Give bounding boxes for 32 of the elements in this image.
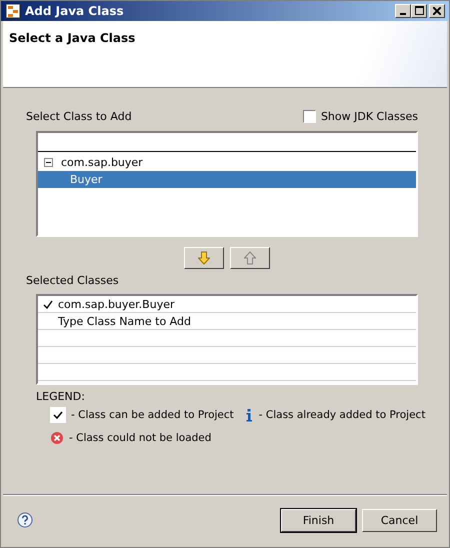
check-icon — [50, 407, 66, 423]
checkbox[interactable] — [302, 110, 316, 123]
down-arrow-icon — [198, 251, 210, 265]
legend-text: - Class could not be loaded — [69, 432, 212, 444]
dialog-button[interactable]: Cancel — [362, 508, 437, 532]
table-cell[interactable]: Type Class Name to Add — [58, 315, 191, 328]
maximize-icon — [414, 6, 424, 15]
collapse-icon[interactable] — [44, 158, 53, 167]
section-label: Selected Classes — [26, 274, 120, 287]
move-down-button[interactable] — [184, 247, 224, 269]
page-title: Select a Java Class — [9, 31, 136, 45]
up-arrow-icon — [244, 251, 256, 265]
minimize-icon — [400, 12, 406, 14]
checkbox-label: Show JDK Classes — [320, 110, 418, 123]
window-icon — [5, 2, 21, 18]
maximize-button[interactable] — [411, 4, 427, 18]
check-icon — [43, 300, 53, 309]
close-button[interactable] — [429, 4, 445, 18]
info-icon — [244, 408, 254, 422]
window-title: Add Java Class — [25, 4, 125, 18]
tree-item[interactable]: com.sap.buyer — [38, 154, 416, 171]
legend-text: - Class can be added to Project — [71, 409, 234, 421]
table-cell[interactable]: com.sap.buyer.Buyer — [58, 298, 174, 311]
error-icon — [50, 431, 64, 445]
close-icon — [433, 6, 441, 14]
legend-text: - Class already added to Project — [258, 409, 426, 421]
help-icon[interactable] — [17, 512, 33, 528]
tree-item[interactable]: Buyer — [38, 171, 416, 188]
dialog-button[interactable]: Finish — [281, 508, 356, 532]
section-label: Select Class to Add — [26, 110, 132, 123]
legend-title: LEGEND: — [36, 390, 86, 403]
minimize-button[interactable] — [395, 4, 411, 18]
